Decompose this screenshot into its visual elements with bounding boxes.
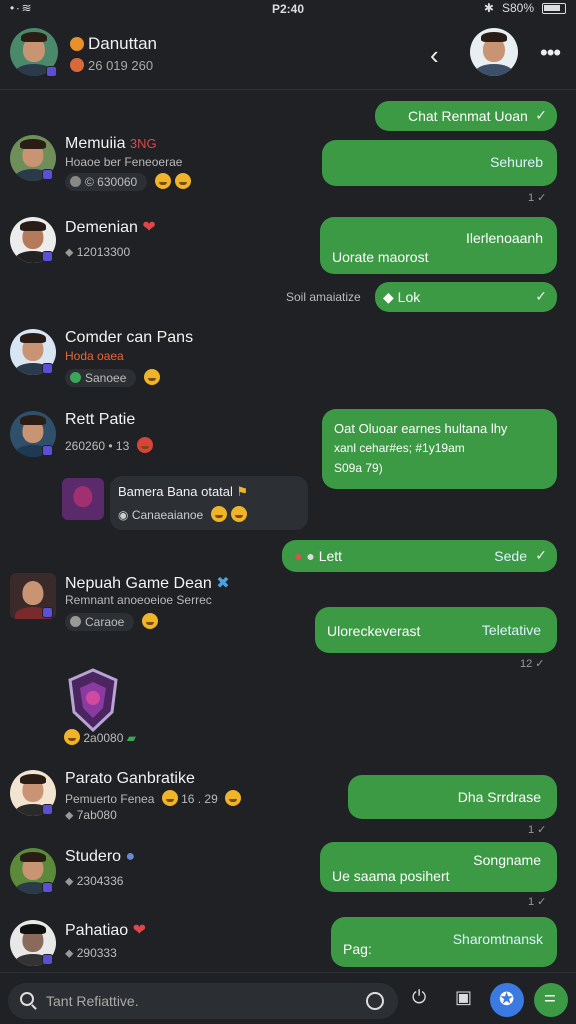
- contact-meta: 260260 • 13: [65, 437, 153, 453]
- read-ticks: 1 ✓: [528, 192, 547, 204]
- badge-icon: [42, 954, 53, 965]
- contact-name: Rett Patie: [65, 411, 136, 428]
- contact-subtitle: Remnant anoeoeioe Serrec: [65, 593, 212, 607]
- bluetooth-icon: ✱: [483, 1, 494, 15]
- contact-meta: ⬥ 12013300: [65, 245, 131, 259]
- badge-icon: [42, 169, 53, 180]
- message-bubble[interactable]: ● ● Lett Sede ✓: [282, 540, 557, 572]
- read-ticks: 1 ✓: [528, 824, 547, 836]
- shield-logo-icon: [68, 668, 118, 732]
- contact-name: Demenian ❤: [65, 219, 156, 236]
- contact-subtitle: Pemuerto Fenea 16 . 29: [65, 790, 242, 806]
- battery-percent: S80%: [501, 1, 534, 15]
- message-text: Sede: [494, 548, 527, 564]
- emoji-icon: [141, 613, 158, 629]
- message-text: ● ● Lett: [294, 548, 343, 564]
- message-text: Uloreckeverast: [327, 623, 421, 639]
- contact-subtitle: Hoda oaea: [65, 349, 124, 363]
- read-ticks: 12 ✓: [520, 658, 545, 670]
- badge-icon: [42, 363, 53, 374]
- message-bubble[interactable]: Dha Srrdrase: [348, 775, 557, 819]
- fire-icon: [70, 37, 84, 51]
- check-icon: ✓: [535, 288, 547, 304]
- message-text: Teletative: [481, 622, 541, 638]
- profile-avatar[interactable]: [470, 28, 518, 76]
- message-bubble[interactable]: Sehureb: [322, 140, 557, 186]
- search-placeholder: Tant Refiattive.: [46, 993, 139, 1009]
- emoji-icon: [143, 369, 160, 385]
- message-text: Uorate maorost: [332, 249, 429, 265]
- share-icon: ✪: [499, 989, 515, 1009]
- contact-meta: ⬥ 7ab080: [65, 808, 117, 822]
- message-text: Ilerlenoaanh: [465, 230, 543, 246]
- menu-icon: =: [544, 988, 556, 1010]
- status-right: ✱ S80%: [484, 1, 566, 15]
- message-bubble[interactable]: Uloreckeverast Teletative: [315, 607, 557, 653]
- message-title: Bamera Bana otatal ⚑: [118, 484, 249, 499]
- message-bubble[interactable]: Songname Ue saama posihert: [320, 842, 557, 892]
- contact-name: Parato Ganbratike: [65, 770, 195, 787]
- badge-icon: [42, 251, 53, 262]
- message-bubble[interactable]: Oat Oluoar earnes hultana lhy xanl cehar…: [322, 409, 557, 489]
- emoji-icon: [174, 173, 191, 189]
- contact-meta: ⬥ 290333: [65, 946, 117, 960]
- emoji-icon: [70, 58, 84, 72]
- chat-title: Danuttan: [70, 34, 157, 54]
- badge-icon: [42, 607, 53, 618]
- message-text: Songname: [473, 852, 541, 868]
- power-icon[interactable]: ⏻: [412, 987, 426, 1008]
- emoji-icon: [154, 173, 171, 189]
- badge-icon: [42, 804, 53, 815]
- message-bubble[interactable]: Sharomtnansk Pag:: [331, 917, 557, 967]
- back-button[interactable]: ‹: [430, 40, 439, 71]
- contact-meta: Sanoee: [65, 369, 160, 387]
- badge-icon: [42, 445, 53, 456]
- message-text: Sehureb: [490, 154, 543, 170]
- contact-name: Studero ●: [65, 848, 136, 865]
- message-bubble[interactable]: ◆ Lok ✓: [375, 282, 557, 312]
- message-text: Ue saama posihert: [332, 868, 450, 884]
- battery-icon: [542, 2, 566, 14]
- share-button[interactable]: ✪: [490, 983, 524, 1017]
- message-text: ◆ Lok: [383, 289, 421, 305]
- message-bubble[interactable]: Chat Renmat Uoan ✓: [375, 101, 557, 131]
- check-icon: ✓: [535, 547, 547, 563]
- message-text: S09a 79): [334, 461, 383, 475]
- contact-meta: Caraoe: [65, 613, 158, 631]
- message-text: xanl cehar#es; #1y19am: [334, 441, 465, 455]
- more-options-icon[interactable]: •••: [540, 40, 561, 66]
- chat-subtitle: 26 019 260: [70, 58, 153, 73]
- read-ticks: 1 ✓: [528, 896, 547, 908]
- incoming-message-bubble[interactable]: Bamera Bana otatal ⚑ ◉ Canaeaianoe: [110, 476, 308, 530]
- badge-icon: [42, 882, 53, 893]
- status-note: Soil amaiatize: [286, 290, 361, 304]
- chat-header: Danuttan 26 019 260 ‹ •••: [0, 18, 576, 90]
- chat-list[interactable]: Chat Renmat Uoan ✓ Memuiia 3NG Hoaoe ber…: [0, 91, 576, 971]
- message-bubble[interactable]: Ilerlenoaanh Uorate maorost: [320, 217, 557, 274]
- contact-name: Memuiia 3NG: [65, 135, 157, 152]
- contact-name: Nepuah Game Dean ✖: [65, 575, 230, 592]
- message-text: Oat Oluoar earnes hultana lhy: [334, 421, 508, 436]
- status-bar: •∙≋ P2:40 ✱ S80%: [0, 0, 576, 18]
- shield-meta: 2a0080 ▰: [64, 729, 136, 745]
- bottom-bar: Tant Refiattive. ⏻ ▣ ✪ =: [0, 972, 576, 1024]
- search-icon: [20, 992, 34, 1006]
- verified-badge-icon: [46, 66, 57, 77]
- message-text: Dha Srrdrase: [457, 789, 541, 805]
- contact-name: Comder can Pans: [65, 329, 194, 346]
- image-icon[interactable]: ▣: [455, 987, 472, 1008]
- message-subtitle: ◉ Canaeaianoe: [118, 506, 247, 522]
- check-icon: ✓: [535, 107, 547, 123]
- message-text: Pag:: [343, 941, 372, 957]
- contact-meta: © 630060: [65, 173, 191, 191]
- message-text: Sharomtnansk: [452, 931, 543, 947]
- contact-name: Pahatiao ❤: [65, 922, 147, 939]
- menu-button[interactable]: =: [534, 983, 568, 1017]
- contact-subtitle: Hoaoe ber Feneoerae: [65, 155, 183, 169]
- game-avatar: [62, 478, 104, 520]
- search-field[interactable]: Tant Refiattive.: [8, 983, 398, 1019]
- contact-meta: ⬥ 2304336: [65, 874, 124, 888]
- message-text: Chat Renmat Uoan: [408, 108, 528, 124]
- timer-icon[interactable]: [366, 992, 384, 1010]
